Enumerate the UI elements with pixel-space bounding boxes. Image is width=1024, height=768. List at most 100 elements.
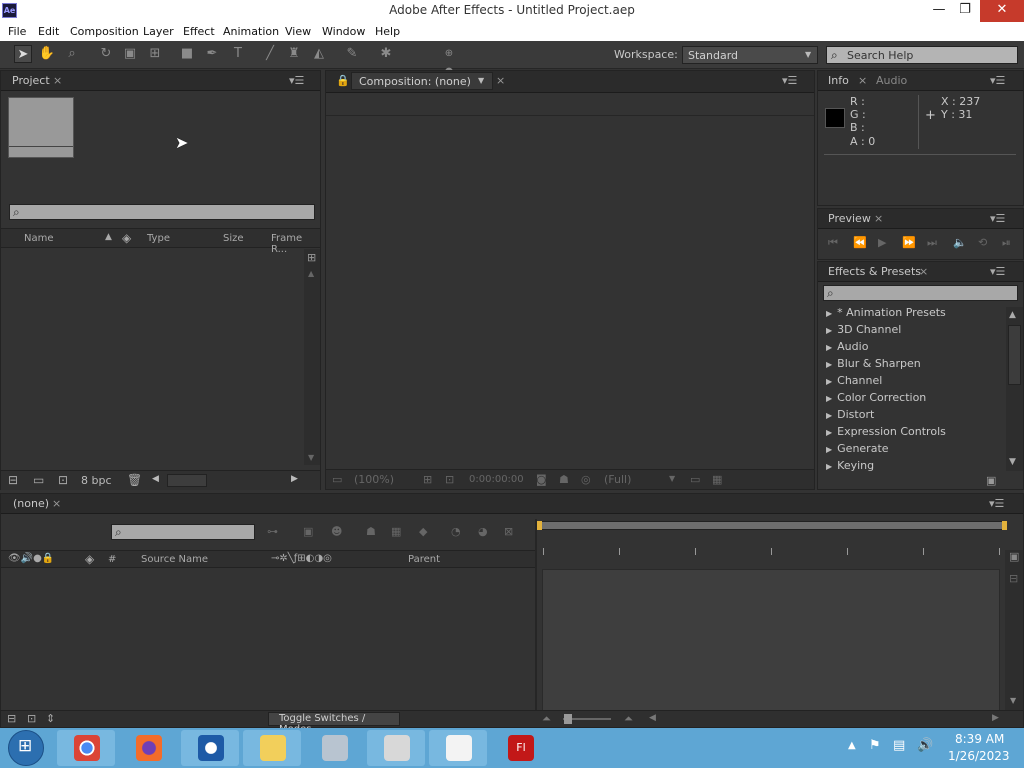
menu-file[interactable]: File: [8, 25, 26, 38]
rectangle-tool-icon[interactable]: ■: [178, 45, 196, 63]
play-icon[interactable]: ▶: [878, 236, 886, 249]
axis-mode-icon[interactable]: ⊕ ● ⊠: [440, 45, 458, 95]
scroll-up-icon[interactable]: ▲: [308, 269, 314, 278]
hand-tool-icon[interactable]: ✋: [38, 45, 56, 63]
close-icon[interactable]: ×: [874, 212, 883, 225]
last-frame-icon[interactable]: ⏭: [927, 236, 937, 250]
effect-category[interactable]: ▶ Color Correction: [826, 391, 926, 404]
panel-menu-icon[interactable]: ▾☰: [782, 74, 797, 87]
timeline-search-field[interactable]: ⌕: [111, 524, 255, 540]
tab-timeline-none[interactable]: (none): [13, 497, 49, 510]
panel-menu-icon[interactable]: ▾☰: [990, 212, 1005, 225]
audio-icon[interactable]: 🔈: [953, 236, 967, 249]
timeline-track-area[interactable]: [542, 569, 1000, 711]
grid-icon[interactable]: ⊞: [423, 473, 432, 486]
tab-project[interactable]: Project: [12, 74, 50, 87]
camera-tool-icon[interactable]: ▣: [121, 45, 139, 63]
action-center-flag-icon[interactable]: ⚑: [869, 738, 881, 753]
menu-window[interactable]: Window: [322, 25, 365, 38]
region-of-interest-icon[interactable]: ▭: [690, 473, 700, 486]
draft-3d-icon[interactable]: ▣: [303, 525, 313, 538]
taskbar-document[interactable]: [429, 730, 487, 766]
effect-category[interactable]: ▶ Audio: [826, 340, 868, 353]
restore-button[interactable]: ❐: [952, 0, 978, 22]
flowchart-icon[interactable]: ⊞: [307, 251, 316, 264]
panel-menu-icon[interactable]: ▾☰: [990, 265, 1005, 278]
live-update-icon[interactable]: ◕: [478, 525, 488, 538]
brainstorm-icon[interactable]: ◆: [419, 525, 427, 538]
switches-icons[interactable]: ⊸✲╲ƒ⊞◐◑◎: [271, 553, 332, 564]
chevron-down-icon[interactable]: ▼: [478, 76, 484, 85]
work-area-start-handle[interactable]: [537, 521, 542, 530]
column-size[interactable]: Size: [223, 233, 244, 244]
effect-category[interactable]: ▶ Blur & Sharpen: [826, 357, 921, 370]
show-hidden-icons-icon[interactable]: ▲: [848, 740, 856, 751]
menu-animation[interactable]: Animation: [223, 25, 279, 38]
comp-mini-flowchart-icon[interactable]: ⊶: [267, 525, 278, 538]
channel-icon[interactable]: ◎: [581, 473, 591, 486]
new-bin-icon[interactable]: ▣: [986, 474, 996, 487]
scroll-right-icon[interactable]: ▶: [291, 474, 298, 484]
effect-category[interactable]: ▶ * Animation Presets: [826, 306, 946, 319]
motion-blur-icon[interactable]: ▦: [391, 525, 401, 538]
effect-category[interactable]: ▶ Distort: [826, 408, 874, 421]
frame-blending-icon[interactable]: ☗: [366, 525, 376, 538]
transparency-grid-icon[interactable]: ▦: [712, 473, 722, 486]
tab-effects-presets[interactable]: Effects & Presets: [828, 265, 921, 278]
taskbar-file-explorer[interactable]: [243, 730, 301, 766]
clock-date[interactable]: 1/26/2023: [948, 749, 1010, 763]
effect-category[interactable]: ▶ Generate: [826, 442, 889, 455]
column-number[interactable]: #: [108, 554, 116, 565]
menu-edit[interactable]: Edit: [38, 25, 59, 38]
new-composition-icon[interactable]: ⊡: [58, 473, 68, 487]
effect-category[interactable]: ▶ Keying: [826, 459, 874, 471]
transfer-controls-icon[interactable]: ⊡: [27, 712, 36, 725]
tab-composition[interactable]: Composition: (none) ▼: [351, 72, 493, 90]
taskbar-flash[interactable]: Fl: [491, 730, 549, 766]
scroll-left-icon[interactable]: ◀: [649, 713, 656, 723]
toggle-switches-modes-button[interactable]: Toggle Switches / Modes: [268, 712, 400, 735]
close-icon[interactable]: ×: [52, 497, 61, 510]
time-ruler[interactable]: [541, 542, 1001, 562]
scroll-thumb[interactable]: [1008, 325, 1021, 385]
project-search-field[interactable]: ⌕: [9, 204, 315, 220]
taskbar-firefox[interactable]: [119, 730, 177, 766]
ram-preview-icon[interactable]: ⏯: [1002, 236, 1011, 250]
close-icon[interactable]: ×: [496, 74, 505, 87]
trash-icon[interactable]: 🗑: [127, 473, 142, 487]
menu-effect[interactable]: Effect: [183, 25, 215, 38]
menu-view[interactable]: View: [285, 25, 311, 38]
show-snapshot-icon[interactable]: ☗: [559, 473, 569, 486]
pan-behind-tool-icon[interactable]: ⊞: [146, 45, 164, 63]
effect-category[interactable]: ▶ Expression Controls: [826, 425, 946, 438]
av-features-icon[interactable]: 👁🔊●🔒: [8, 553, 54, 564]
scroll-down-icon[interactable]: ▼: [1009, 457, 1016, 467]
taskbar-chrome[interactable]: [57, 730, 115, 766]
taskbar-obama-campaign[interactable]: [181, 730, 239, 766]
magnification-icon[interactable]: ▭: [332, 473, 342, 486]
lock-icon[interactable]: 🔒: [336, 74, 350, 87]
network-icon[interactable]: ▤: [893, 738, 905, 753]
horizontal-scroll-thumb[interactable]: [167, 474, 207, 487]
column-source-name[interactable]: Source Name: [141, 554, 208, 565]
panel-menu-icon[interactable]: ▾☰: [289, 74, 304, 87]
selection-tool-icon[interactable]: ➤: [14, 45, 32, 63]
auto-keyframe-icon[interactable]: ⊠: [504, 525, 513, 538]
roto-brush-tool-icon[interactable]: ✎: [343, 45, 361, 63]
column-type[interactable]: Type: [147, 233, 170, 244]
shy-layers-icon[interactable]: ☻: [331, 525, 342, 538]
loop-icon[interactable]: ⟲: [978, 236, 987, 249]
label-tag-icon[interactable]: ◈: [85, 552, 94, 566]
volume-icon[interactable]: 🔊: [917, 738, 933, 753]
effects-scrollbar[interactable]: ▲ ▼: [1006, 307, 1023, 471]
zoom-in-icon[interactable]: ⏶: [624, 712, 633, 726]
graph-editor-icon[interactable]: ◔: [451, 525, 461, 538]
minimize-button[interactable]: —: [926, 0, 952, 22]
panel-menu-icon[interactable]: ▾☰: [990, 74, 1005, 87]
mask-icon[interactable]: ⊡: [445, 473, 454, 486]
menu-composition[interactable]: Composition: [70, 25, 139, 38]
work-area-bar[interactable]: [537, 521, 1007, 530]
zoom-slider-handle[interactable]: [564, 714, 572, 724]
zoom-level[interactable]: (100%): [354, 473, 394, 486]
comp-navigator-icon[interactable]: ▣: [1009, 550, 1019, 563]
